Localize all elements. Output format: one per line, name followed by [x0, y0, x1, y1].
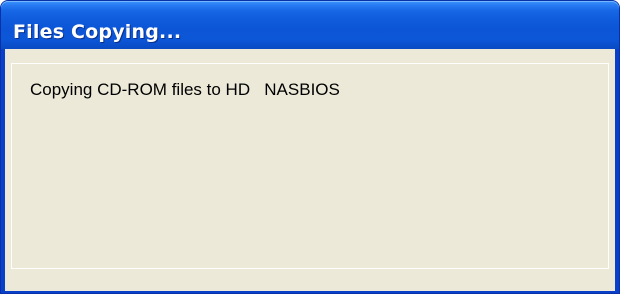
copy-status-message: Copying CD-ROM files to HD NASBIOS: [30, 80, 340, 99]
title-bar[interactable]: Files Copying...: [1, 1, 619, 49]
files-copying-window: Files Copying... Copying CD-ROM files to…: [0, 0, 620, 294]
window-title: Files Copying...: [13, 21, 182, 43]
dialog-body: Copying CD-ROM files to HD NASBIOS: [11, 63, 609, 269]
